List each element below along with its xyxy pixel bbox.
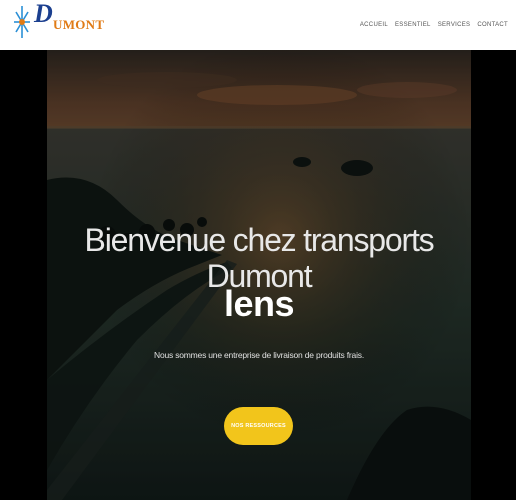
brand-rest: UMONT: [53, 17, 105, 32]
nav-item-contact[interactable]: CONTACT: [477, 22, 508, 28]
brand-logo[interactable]: D UMONT: [14, 0, 104, 50]
hero-city: lens: [223, 283, 295, 324]
resources-button[interactable]: NOS RESSOURCES: [224, 407, 293, 445]
hero-tagline: Nous sommes une entreprise de livraison …: [154, 350, 364, 360]
site-header: D UMONT ACCUEIL ESSENTIEL SERVICES CONTA…: [0, 0, 516, 50]
nav-item-essentiel[interactable]: ESSENTIEL: [395, 22, 431, 28]
nav-item-accueil[interactable]: ACCUEIL: [360, 22, 388, 28]
hero-section: Bienvenue chez transports Dumont lens No…: [0, 50, 516, 500]
nav-item-services[interactable]: SERVICES: [438, 22, 471, 28]
main-nav: ACCUEIL ESSENTIEL SERVICES CONTACT: [360, 22, 508, 28]
brand-initial: D: [34, 0, 54, 28]
